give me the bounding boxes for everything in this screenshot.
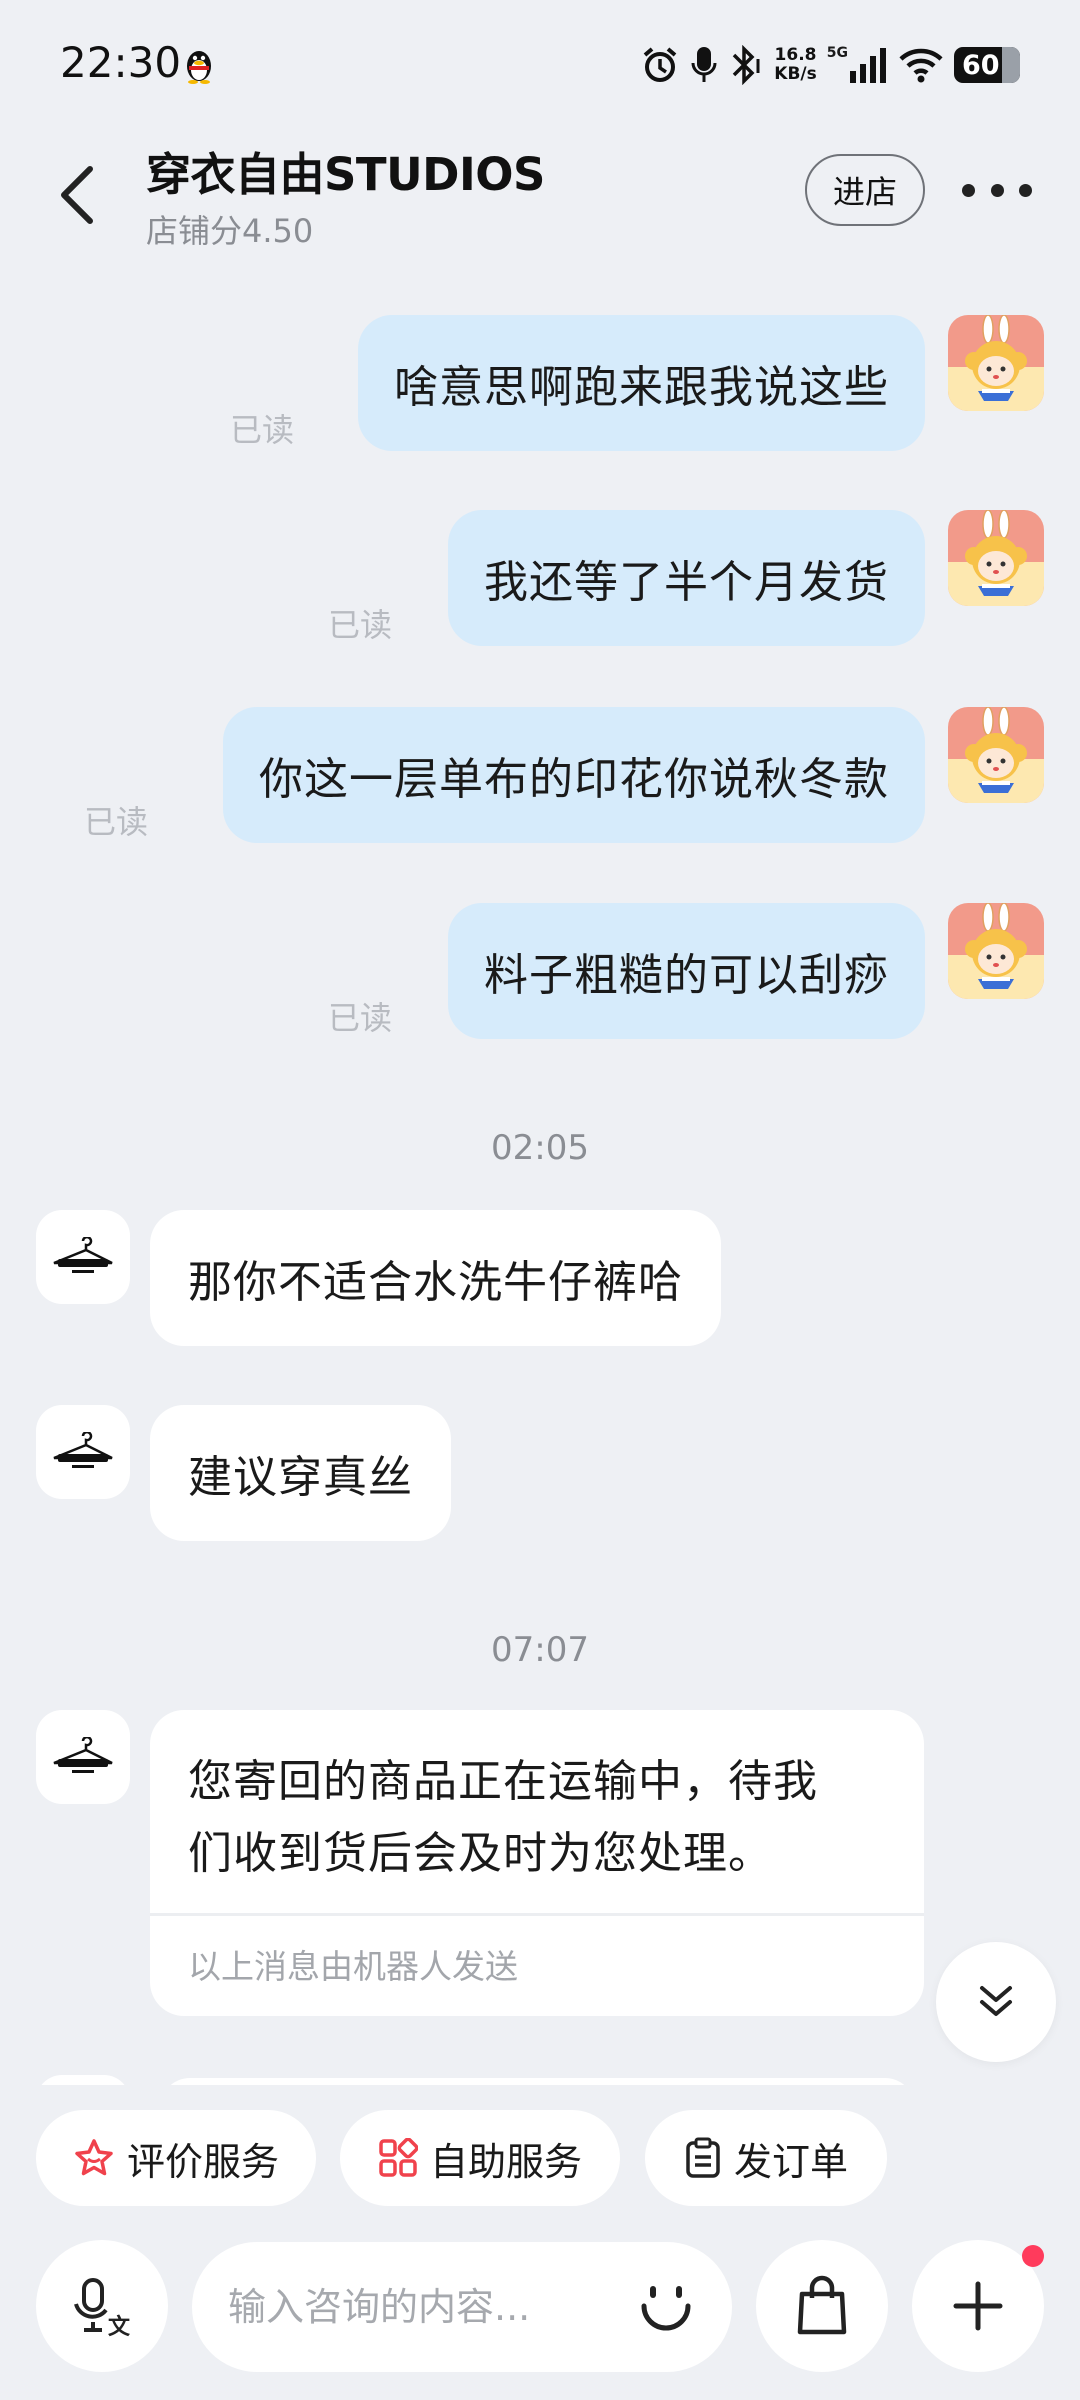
alarm-icon: [643, 47, 677, 82]
message-list[interactable]: 已读 啥意思啊跑来跟我说这些 已读 我还等了半个月发货 已读 你这一层单布的印花…: [0, 270, 1080, 2085]
hanger-logo-icon: [53, 1432, 113, 1468]
mic-icon: [691, 47, 717, 82]
outgoing-message[interactable]: 料子粗糙的可以刮痧: [448, 903, 925, 1039]
send-order-button[interactable]: 发订单: [645, 2110, 887, 2206]
double-chevron-down-icon: [980, 1986, 1012, 2016]
avatar-cartoon-icon: [948, 903, 1044, 999]
notification-dot: [1022, 2245, 1044, 2267]
dot-icon: [962, 183, 975, 197]
voice-translate-icon: 文: [74, 2278, 131, 2338]
read-receipt: 已读: [84, 803, 149, 841]
message-input-field[interactable]: [192, 2242, 732, 2372]
outgoing-message[interactable]: 你这一层单布的印花你说秋冬款: [223, 707, 925, 843]
outgoing-message[interactable]: 啥意思啊跑来跟我说这些: [358, 315, 925, 451]
hanger-logo-icon: [53, 1737, 113, 1773]
status-icons: 16.8 KB/s 5G 60: [640, 40, 1020, 90]
message-input[interactable]: [228, 2285, 608, 2329]
shopping-bag-button[interactable]: [756, 2240, 888, 2372]
net-speed: 16.8 KB/s: [774, 45, 817, 84]
plus-icon: [953, 2281, 1003, 2331]
outgoing-message[interactable]: 我还等了半个月发货: [448, 510, 925, 646]
next-message-bubble: [160, 2078, 915, 2085]
grid-icon: [379, 2138, 418, 2177]
rate-service-button[interactable]: 评价服务: [36, 2110, 316, 2206]
input-bar: 文: [0, 2240, 1080, 2376]
hanger-logo-icon: [53, 1237, 113, 1273]
message-row: 已读 你这一层单布的印花你说秋冬款: [0, 707, 1080, 847]
shop-name[interactable]: 穿衣自由STUDIOS: [146, 138, 545, 203]
message-row: 已读 啥意思啊跑来跟我说这些: [0, 315, 1080, 455]
chat-header: 穿衣自由STUDIOS 店铺分4.50 进店: [0, 130, 1080, 270]
bluetooth-icon: [733, 45, 760, 85]
scroll-to-bottom-button[interactable]: [936, 1942, 1056, 2062]
quick-actions-bar: 评价服务 自助服务 发订单: [0, 2110, 1080, 2206]
dot-icon: [990, 183, 1004, 197]
status-time: 22:30: [60, 38, 182, 87]
user-avatar[interactable]: [948, 707, 1044, 803]
message-timestamp: 07:07: [491, 1630, 589, 1670]
bot-message[interactable]: 您寄回的商品正在运输中，待我 们收到货后会及时为您处理。 以上消息由机器人发送: [150, 1710, 924, 2016]
message-row: 已读 料子粗糙的可以刮痧: [0, 903, 1080, 1043]
star-icon: [75, 2139, 113, 2176]
avatar-cartoon-icon: [948, 707, 1044, 803]
status-bar: 22:30 16.8 KB/s 5G 60: [0, 0, 1080, 130]
read-receipt: 已读: [328, 606, 393, 644]
read-receipt: 已读: [230, 411, 295, 449]
avatar-cartoon-icon: [948, 315, 1044, 411]
wifi-icon: [899, 48, 943, 83]
message-row: 已读 我还等了半个月发货: [0, 510, 1080, 650]
signal-icon: [850, 48, 886, 83]
message-row: 建议穿真丝: [0, 1405, 1080, 1545]
next-message-avatar: [36, 2075, 130, 2085]
shop-avatar[interactable]: [36, 1210, 130, 1304]
more-options-button[interactable]: [962, 170, 1032, 210]
dot-icon: [1019, 183, 1032, 197]
enter-shop-button[interactable]: 进店: [805, 154, 925, 226]
user-avatar[interactable]: [948, 315, 1044, 411]
shopping-bag-icon: [797, 2275, 847, 2335]
user-avatar[interactable]: [948, 510, 1044, 606]
back-arrow-icon[interactable]: [50, 155, 110, 235]
network-type: 5G: [826, 45, 848, 61]
emoji-icon[interactable]: [630, 2270, 702, 2342]
self-service-button[interactable]: 自助服务: [340, 2110, 620, 2206]
bot-message-text: 您寄回的商品正在运输中，待我 们收到货后会及时为您处理。: [150, 1710, 924, 1916]
user-avatar[interactable]: [948, 903, 1044, 999]
clipboard-icon: [686, 2137, 720, 2178]
message-row: 那你不适合水洗牛仔裤哈: [0, 1210, 1080, 1350]
message-timestamp: 02:05: [491, 1128, 589, 1168]
svg-text:文: 文: [108, 2314, 131, 2338]
bot-note: 以上消息由机器人发送: [188, 1947, 518, 1986]
qq-penguin-icon: [187, 51, 211, 84]
avatar-cartoon-icon: [948, 510, 1044, 606]
read-receipt: 已读: [328, 999, 393, 1037]
shop-avatar[interactable]: [36, 1405, 130, 1499]
message-row: 您寄回的商品正在运输中，待我 们收到货后会及时为您处理。 以上消息由机器人发送: [0, 1710, 1080, 2020]
battery-level: 60: [962, 49, 1000, 81]
incoming-message[interactable]: 那你不适合水洗牛仔裤哈: [150, 1210, 721, 1346]
shop-avatar[interactable]: [36, 1710, 130, 1804]
incoming-message[interactable]: 建议穿真丝: [150, 1405, 451, 1541]
shop-score: 店铺分4.50: [146, 212, 314, 250]
voice-to-text-button[interactable]: 文: [36, 2240, 168, 2372]
battery-icon: 60: [954, 47, 1020, 83]
